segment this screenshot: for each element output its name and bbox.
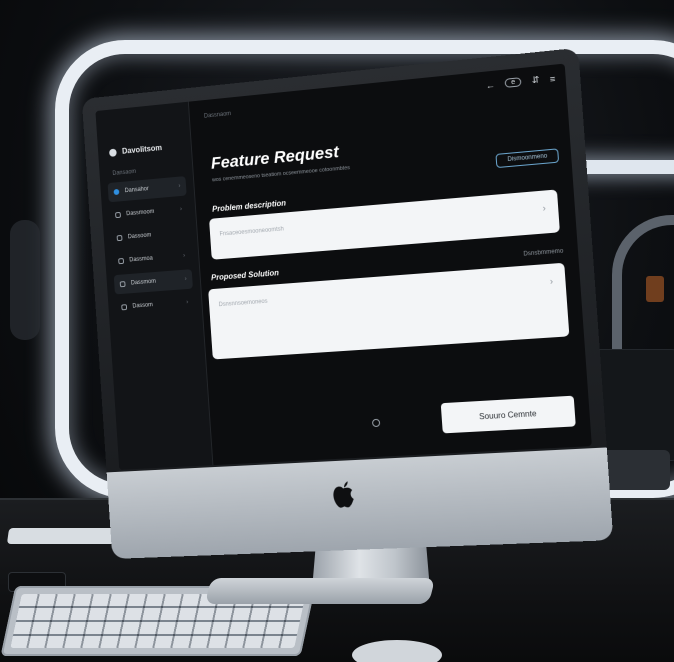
dot-icon <box>114 189 120 195</box>
sidebar-section-label: Dansaom <box>112 169 136 177</box>
sidebar-item-label: Dassmom <box>131 279 156 287</box>
option-radio[interactable] <box>372 419 380 427</box>
chevron-right-icon: › <box>178 183 180 189</box>
square-icon <box>115 212 121 218</box>
monitor-screen: Davolitsom Dansaom Dansahor › Dassmoom ›… <box>95 64 591 470</box>
sidebar-item-label: Dansahor <box>125 186 149 194</box>
sidebar-item-label: Dassmoa <box>129 256 153 264</box>
apple-logo-icon <box>330 480 357 511</box>
sidebar-item-label: Dassmoom <box>126 209 154 217</box>
brand-name: Davolitsom <box>122 143 162 155</box>
toggle-pill[interactable]: e <box>505 77 522 88</box>
proposed-solution-hint: Dsnsbmmemo <box>523 248 563 257</box>
sidebar-item-2[interactable]: Dassmoom › <box>109 199 188 225</box>
topbar: ← e ⇵ ≡ <box>485 73 555 91</box>
monitor: Davolitsom Dansaom Dansahor › Dassmoom ›… <box>82 48 614 559</box>
chevron-right-icon: › <box>542 203 546 213</box>
backdrop-orange-light <box>646 276 664 302</box>
mouse <box>352 640 442 662</box>
square-icon <box>120 281 126 287</box>
sidebar-item-4[interactable]: Dassmoa › <box>112 246 191 272</box>
sidebar: Davolitsom Dansaom Dansahor › Dassmoom ›… <box>95 102 213 470</box>
problem-description-placeholder: Fnsaceoesmooneoomtsh <box>219 226 284 237</box>
brand[interactable]: Davolitsom <box>109 143 162 157</box>
brand-logo-icon <box>109 148 117 156</box>
chevron-right-icon: › <box>550 276 554 286</box>
monitor-foot <box>205 578 435 604</box>
proposed-solution-placeholder: Dsnsnnsoemoneos <box>218 299 267 308</box>
backdrop-pillar <box>10 220 40 340</box>
sidebar-item-label: Dassoom <box>128 233 152 241</box>
back-icon[interactable]: ← <box>485 79 495 90</box>
square-icon <box>121 304 127 310</box>
square-icon <box>117 235 123 241</box>
chevron-right-icon: › <box>186 300 188 306</box>
sidebar-item-label: Dassom <box>132 302 153 309</box>
proposed-solution-label: Proposed Solution <box>211 268 279 282</box>
chevron-right-icon: › <box>183 253 185 259</box>
sidebar-item-5[interactable]: Dassmom › <box>114 269 193 294</box>
scene: Davolitsom Dansaom Dansahor › Dassmoom ›… <box>0 0 674 662</box>
problem-description-label: Problem description <box>212 199 286 214</box>
sidebar-item-6[interactable]: Dassom › <box>115 292 194 317</box>
chevron-right-icon: › <box>180 207 182 213</box>
submit-button[interactable]: Souuro Cemnte <box>441 396 576 434</box>
chevron-right-icon: › <box>185 276 187 282</box>
sidebar-item-1[interactable]: Dansahor › <box>108 176 187 202</box>
desk-tray <box>7 528 117 544</box>
sidebar-item-3[interactable]: Dassoom <box>111 223 190 249</box>
sort-icon[interactable]: ⇵ <box>531 74 540 86</box>
breadcrumb[interactable]: Dassnaom <box>204 111 231 120</box>
menu-icon[interactable]: ≡ <box>549 73 555 84</box>
primary-action-button[interactable]: Dismoonmeno <box>496 148 559 168</box>
square-icon <box>118 258 124 264</box>
